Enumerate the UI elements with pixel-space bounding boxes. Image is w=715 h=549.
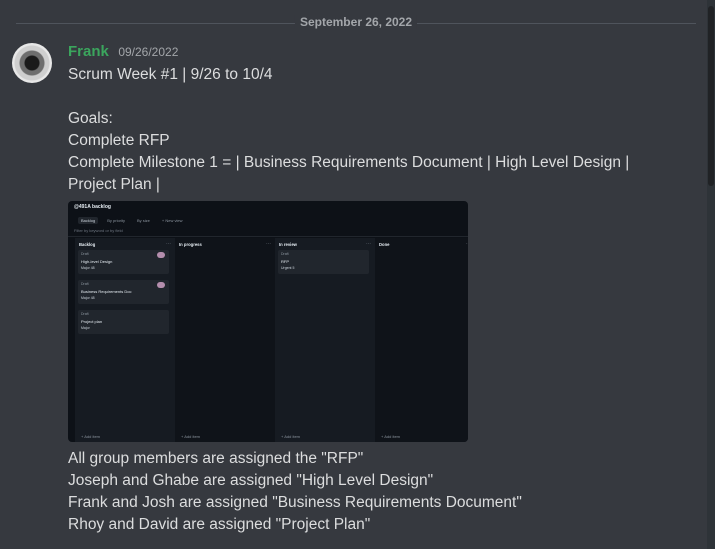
author-name[interactable]: Frank — [68, 43, 109, 60]
card-meta: Draft — [281, 252, 289, 256]
card-title: Project plan — [81, 319, 103, 324]
card-title: Business Requirements Doc — [81, 289, 132, 294]
column-title: In review — [279, 242, 297, 247]
avatar-badge — [157, 252, 165, 258]
add-item-label: + Add item — [281, 434, 301, 439]
message-line-blank — [68, 86, 678, 108]
column-title: Done — [379, 242, 390, 247]
board-column: Done ⋯ + Add item — [375, 238, 468, 442]
image-attachment[interactable]: @491A backlog Backlog By priority By siz… — [68, 201, 468, 442]
card-tag: Urgent 5 — [281, 266, 295, 270]
card-meta: Draft — [81, 252, 89, 256]
message-line: Complete Milestone 1 = | Business Requir… — [68, 154, 630, 193]
board-tab: Backlog — [78, 217, 99, 224]
date-divider: September 26, 2022 — [16, 14, 696, 32]
date-divider-label: September 26, 2022 — [294, 15, 418, 29]
board-card: Draft RFP Urgent 5 — [278, 250, 369, 274]
card-meta: Draft — [81, 282, 89, 286]
message-line: Rhoy and David are assigned "Project Pla… — [68, 516, 371, 533]
avatar[interactable] — [12, 43, 52, 83]
board-column: In review ⋯ Draft RFP Urgent 5 + Add ite… — [275, 238, 375, 442]
board-tabs: Backlog By priority By size + New view — [78, 217, 185, 224]
card-tag: Major 48 — [81, 296, 95, 300]
card-tag: Major — [81, 326, 90, 330]
scrollbar[interactable] — [707, 0, 715, 549]
card-meta: Draft — [81, 312, 89, 316]
board-column: Backlog ⋯ Draft High-level Design Major … — [75, 238, 175, 442]
more-icon: ⋯ — [266, 241, 271, 247]
board-card: Draft High-level Design Major 48 — [78, 250, 169, 274]
more-icon: ⋯ — [366, 241, 371, 247]
board-tab: + New view — [161, 218, 183, 223]
card-tag: Major 48 — [81, 266, 95, 270]
more-icon: ⋯ — [466, 241, 468, 247]
message-line: Scrum Week #1 | 9/26 to 10/4 — [68, 66, 273, 83]
message-line: Goals: — [68, 110, 113, 127]
column-title: In progress — [179, 242, 202, 247]
board-card: Draft Project plan Major — [78, 310, 169, 334]
board-column: In progress ⋯ + Add item — [175, 238, 275, 442]
message-timestamp: 09/26/2022 — [118, 45, 179, 59]
message-line: Complete RFP — [68, 132, 170, 149]
add-item-label: + Add item — [381, 434, 401, 439]
avatar-badge — [157, 282, 165, 288]
add-item-label: + Add item — [81, 434, 101, 439]
board-tab: By size — [137, 218, 150, 223]
message-header: Frank 09/26/2022 — [68, 43, 178, 63]
message-line: All group members are assigned the "RFP" — [68, 450, 364, 467]
board-tab: By priority — [107, 218, 126, 223]
more-icon: ⋯ — [166, 241, 171, 247]
message-assignments: All group members are assigned the "RFP"… — [68, 448, 688, 536]
card-title: High-level Design — [81, 259, 113, 264]
board-separator — [68, 236, 468, 237]
message-line: Frank and Josh are assigned "Business Re… — [68, 494, 522, 511]
message-line: Joseph and Ghabe are assigned "High Leve… — [68, 472, 434, 489]
scrollbar-thumb[interactable] — [708, 6, 714, 186]
board-filter: Filter by keyword or by field — [74, 228, 123, 233]
message-body: Scrum Week #1 | 9/26 to 10/4 Goals: Comp… — [68, 64, 678, 196]
board-title: @491A backlog — [74, 204, 111, 210]
add-item-label: + Add item — [181, 434, 201, 439]
card-title: RFP — [281, 259, 289, 264]
board-card: Draft Business Requirements Doc Major 48 — [78, 280, 169, 304]
column-title: Backlog — [79, 242, 96, 247]
